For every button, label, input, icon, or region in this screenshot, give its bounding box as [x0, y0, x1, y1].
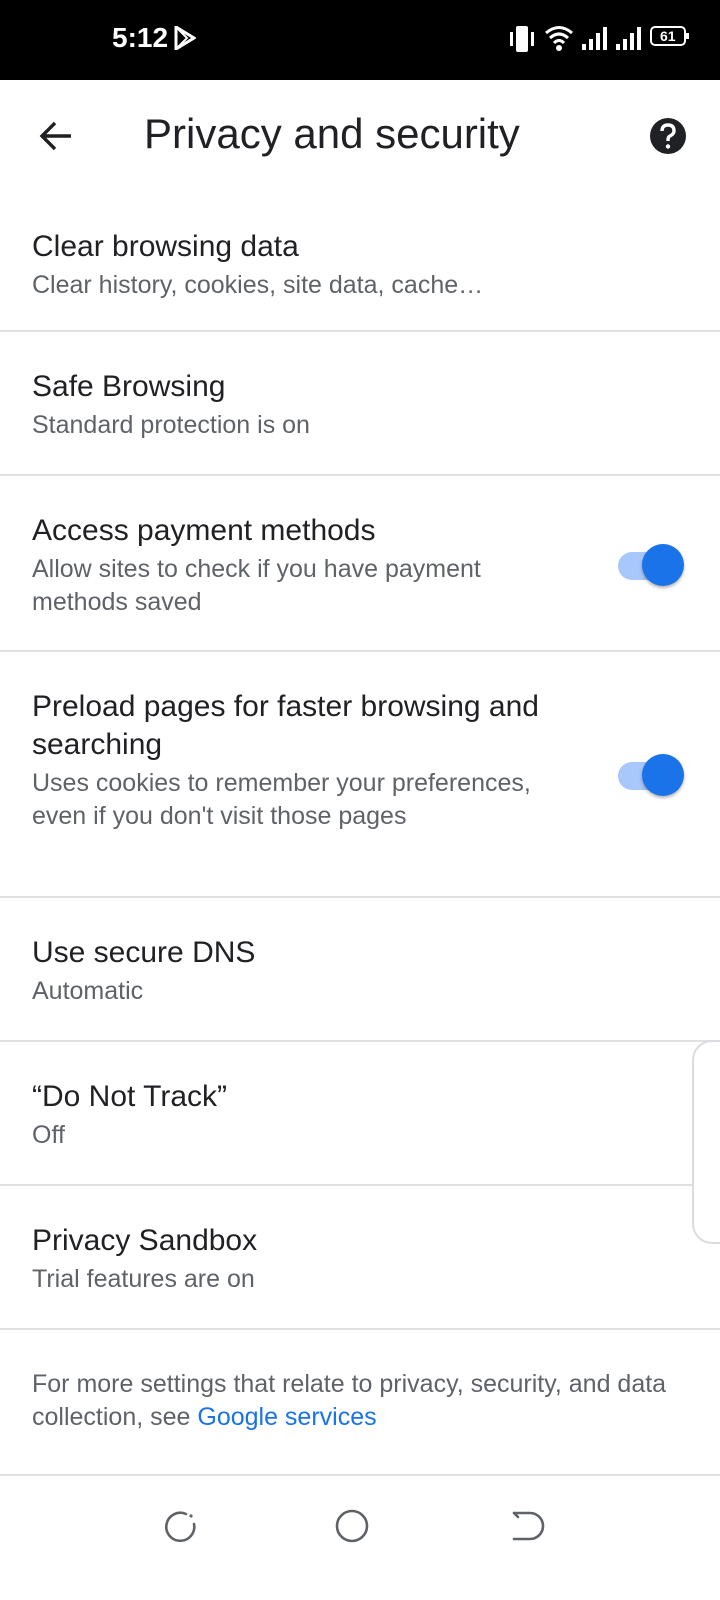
arrow-left-icon: [39, 121, 71, 151]
setting-title: Safe Browsing: [32, 370, 226, 403]
signal-icon: [616, 27, 641, 50]
page-title: Privacy and security: [144, 110, 520, 157]
setting-safe-browsing[interactable]: Safe Browsing Standard protection is on: [0, 332, 720, 476]
back-button[interactable]: [28, 108, 84, 164]
setting-clear-browsing-data[interactable]: Clear browsing data Clear history, cooki…: [0, 192, 720, 332]
setting-access-payment-methods[interactable]: Access payment methods Allow sites to ch…: [0, 476, 720, 652]
setting-subtitle: Clear history, cookies, site data, cache…: [32, 271, 484, 299]
setting-title: Access payment methods: [32, 514, 376, 547]
app-bar: Privacy and security: [0, 80, 720, 192]
signal-icon: [582, 27, 607, 50]
setting-title: Clear browsing data: [32, 230, 299, 263]
footer-note: For more settings that relate to privacy…: [0, 1330, 720, 1476]
status-time: 5:12: [112, 22, 169, 53]
help-button[interactable]: [648, 116, 688, 156]
setting-subtitle: Trial features are on: [32, 1265, 255, 1293]
setting-secure-dns[interactable]: Use secure DNS Automatic: [0, 898, 720, 1042]
setting-title: “Do Not Track”: [32, 1080, 228, 1113]
setting-subtitle: Off: [32, 1121, 65, 1149]
payment-methods-toggle[interactable]: [618, 544, 684, 586]
home-icon[interactable]: [328, 1502, 376, 1550]
battery-level: 61: [660, 28, 676, 44]
toggle-thumb: [642, 544, 684, 586]
setting-do-not-track[interactable]: “Do Not Track” Off: [0, 1042, 720, 1186]
play-store-icon: [174, 26, 196, 50]
wifi-icon: [545, 26, 573, 51]
edge-panel-handle[interactable]: [692, 1040, 720, 1244]
status-icons: 61: [508, 24, 698, 56]
settings-list: Clear browsing data Clear history, cooki…: [0, 192, 720, 1476]
setting-subtitle: Uses cookies to remember your preference…: [32, 769, 531, 830]
setting-privacy-sandbox[interactable]: Privacy Sandbox Trial features are on: [0, 1186, 720, 1330]
setting-subtitle: Automatic: [32, 977, 144, 1005]
status-bar: 5:12 61: [0, 0, 720, 80]
setting-subtitle: Standard protection is on: [32, 411, 310, 439]
google-services-link[interactable]: Google services: [197, 1403, 376, 1431]
vibrate-icon: [510, 26, 534, 52]
preload-pages-toggle[interactable]: [618, 754, 684, 796]
help-circle-icon: [650, 118, 686, 154]
setting-title: Privacy Sandbox: [32, 1224, 258, 1257]
navigation-bar: [0, 1478, 720, 1600]
recents-icon[interactable]: [156, 1502, 204, 1550]
setting-title: Preload pages for faster browsing and se…: [32, 690, 539, 761]
setting-subtitle: Allow sites to check if you have payment…: [32, 555, 481, 616]
setting-preload-pages[interactable]: Preload pages for faster browsing and se…: [0, 652, 720, 898]
setting-title: Use secure DNS: [32, 936, 256, 969]
back-gesture-icon[interactable]: [500, 1502, 548, 1550]
toggle-thumb: [642, 754, 684, 796]
